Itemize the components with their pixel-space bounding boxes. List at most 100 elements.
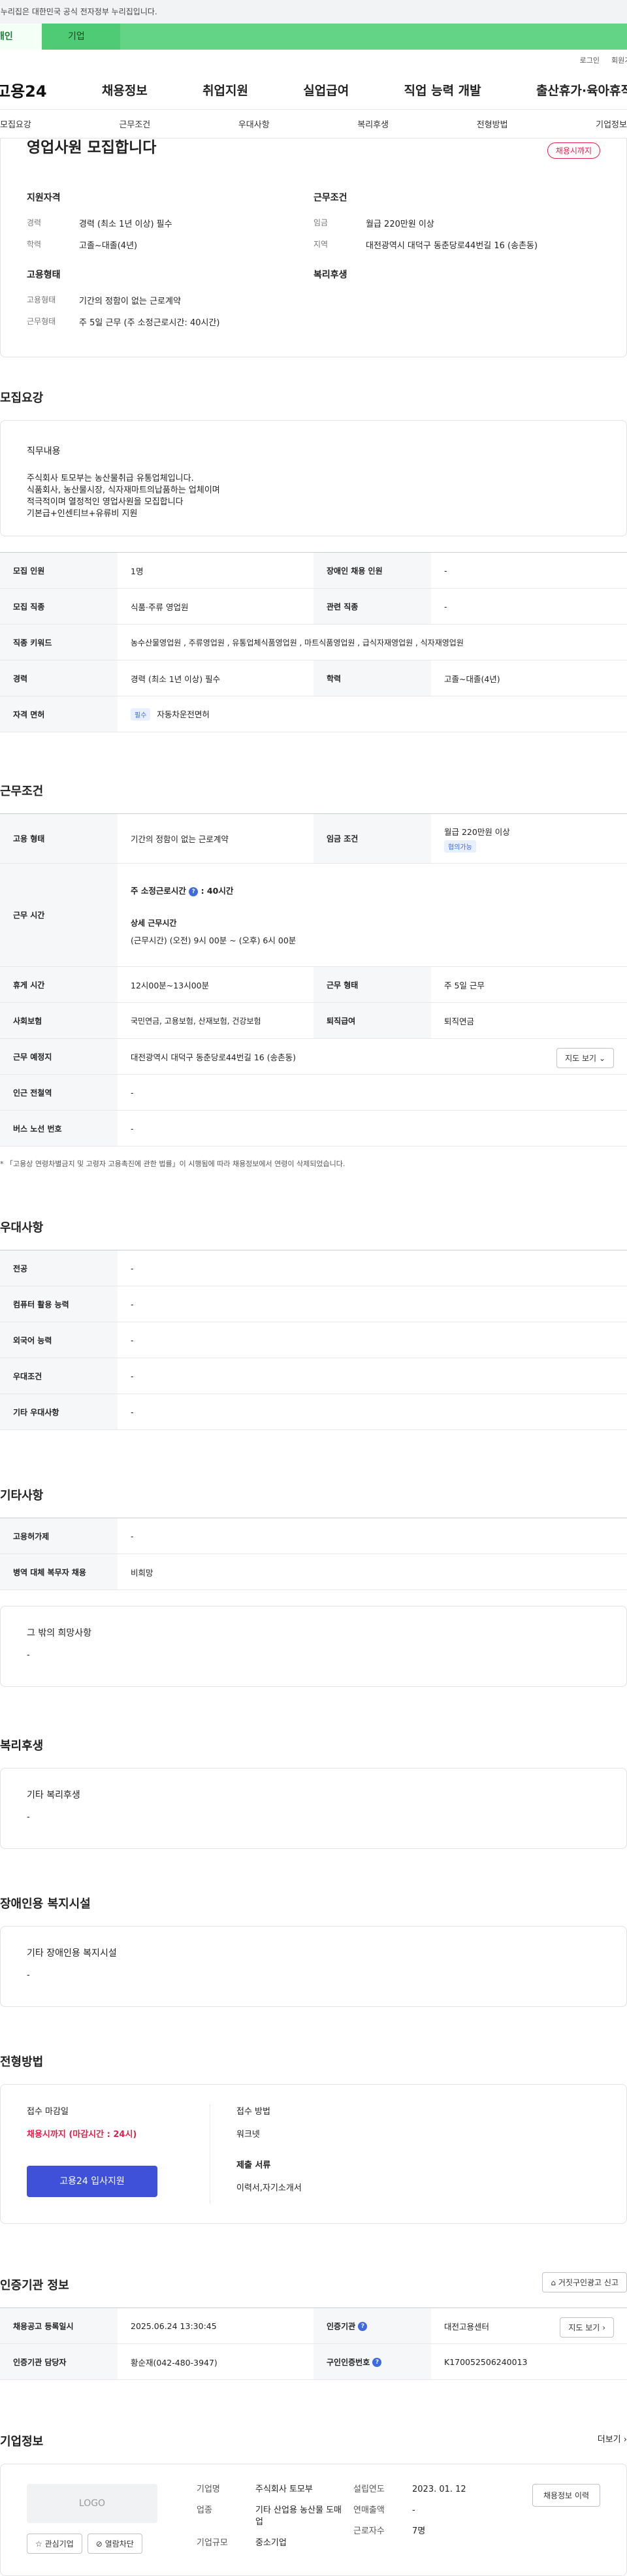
block-view-button[interactable]: ⊘ 열람차단 [87,2534,142,2554]
duty-line: 적극적이며 열정적인 영업사원을 모집합니다 [27,497,184,507]
cert-map-button[interactable]: 지도 보기 › [560,2317,614,2338]
cert-section: 인증기관 정보 ⌂ 거짓구인광고 신고 채용공고 등록일시 2025.06.24 … [0,2272,627,2380]
box-value: - [27,1812,30,1822]
box-value: - [27,1650,30,1660]
gov-banner: 이 누리집은 대한민국 공식 전자정부 누리집입니다. [0,0,627,24]
company-name: 주식회사 토모부 [255,2485,313,2494]
docs-label: 제출 서류 [236,2160,271,2170]
required-badge: 필수 [131,708,151,721]
disability-section: 장애인용 복지시설 기타 장애인용 복지시설 - [0,1895,627,2007]
box-title: 기타 장애인용 복지시설 [27,1948,117,1959]
table-row: 모집 인원 1명 장애인 채용 인원 - [0,552,627,589]
subnav-recruit[interactable]: 모집요강 [0,118,31,130]
box-title: 그 밖의 희망사항 [27,1628,92,1639]
recruit-table: 모집 인원 1명 장애인 채용 인원 - 모집 직종 식품·주류 영업원 관련 직종 -… [0,552,627,732]
signup-link[interactable]: 회원가입 [611,55,627,65]
subnav-work[interactable]: 근무조건 [119,118,150,130]
field-value: 주 5일 근무 (주 소정근로시간: 40시간) [79,318,220,328]
table-row: 사회보험 국민연금, 고용보험, 산재보험, 건강보험 퇴직급여 퇴직연금 [0,1002,627,1039]
age-note: * 「고용상 연령차별금지 및 고령자 고용촉진에 관한 법률」이 시행됨에 따… [0,1160,346,1168]
section-title: 전형방법 [0,2055,44,2069]
more-link[interactable]: 더보기 › [598,2432,627,2445]
company-employees: 7명 [412,2526,426,2536]
deadline-value: 채용시까지 (마감시간 : 24시) [27,2130,137,2140]
login-link[interactable]: 로그인 [580,55,600,65]
work-table: 고용 형태 기간의 정함이 없는 근로계약 임금 조건 월급 220만원 이상 협의… [0,813,627,1147]
table-row: 경력 경력 (최소 1년 이상) 필수 학력 고졸~대졸(4년) [0,660,627,696]
favorite-company-button[interactable]: ☆ 관심기업 [27,2534,82,2554]
table-row: 채용공고 등록일시 2025.06.24 13:30:45 인증기관 ? 대전고용… [0,2307,627,2344]
tab-personal[interactable]: 개인 [0,24,42,50]
field-label: 경력 [27,218,42,227]
field-label: 지역 [314,240,329,249]
help-icon[interactable]: ? [358,2322,368,2331]
section-title: 근무조건 [0,785,44,798]
help-icon[interactable]: ? [372,2358,382,2367]
duty-line: 주식회사 토모부는 농산물취급 유통업체입니다. [27,474,194,483]
work-section: 근무조건 고용 형태 기간의 정함이 없는 근로계약 임금 조건 월급 220만원… [0,782,627,1169]
workplace-value: 대전광역시 대덕구 동춘당로44번길 16 (송촌동) [131,1052,296,1062]
selection-box: 접수 마감일 채용시까지 (마감시간 : 24시) 고용24 입사지원 접수 방… [0,2084,627,2224]
negotiable-badge: 협의가능 [444,840,476,853]
etc-table: 고용허가제 - 병역 대체 복무자 채용 비희망 [0,1518,627,1590]
map-button[interactable]: 지도 보기 ⌄ [556,1048,614,1068]
gnb-item-unemployment-benefit[interactable]: 실업급여 [303,81,349,99]
detail-hours-value: (근무시간) (오전) 9시 00분 ~ (오후) 6시 00분 [131,936,297,945]
site-logo[interactable]: 고용24 [0,78,47,101]
gnb-item-maternity-leave[interactable]: 출산휴가·육아휴직 [536,81,627,99]
field-value: 기간의 정함이 없는 근로계약 [79,297,181,306]
welfare-section: 복리후생 기타 복리후생 - [0,1736,627,1849]
deadline-label: 접수 마감일 [27,2107,69,2117]
job-title: 영업사원 모집합니다 [27,139,157,156]
help-icon[interactable]: ? [189,887,199,896]
etc-section: 기타사항 고용허가제 - 병역 대체 복무자 채용 비희망 그 밖의 희망사항 - [0,1486,627,1687]
cert-table: 채용공고 등록일시 2025.06.24 13:30:45 인증기관 ? 대전고용… [0,2307,627,2380]
gnb-item-job-training[interactable]: 직업 능력 개발 [404,81,481,99]
company-logo: LOGO [27,2484,157,2523]
field-label: 고용형태 [27,295,56,304]
table-row: 고용허가제 - [0,1518,627,1554]
section-title: 장애인용 복지시설 [0,1897,91,1911]
table-row: 우대조건 - [0,1358,627,1394]
block-icon: ⊘ [95,2539,103,2549]
subnav-company[interactable]: 기업정보 [596,118,627,130]
field-value: 월급 220만원 이상 [366,220,434,229]
recruit-section: 모집요강 직무내용 주식회사 토모부는 농산물취급 유통업체입니다. 식품회사,… [0,389,627,732]
field-label: 근무형태 [27,317,56,326]
apply-button[interactable]: 고용24 입사지원 [27,2166,157,2197]
global-nav: 고용24 채용정보 취업지원 실업급여 직업 능력 개발 출산휴가·육아휴직 [0,71,627,110]
license-value: 자동차운전면허 [157,709,210,719]
section-title: 인증기관 정보 [0,2279,69,2292]
subnav-selection[interactable]: 전형방법 [477,118,508,130]
table-row: 인증기관 담당자 황순재(042-480-3947) 구인인증번호 ? K1700… [0,2343,627,2380]
job-history-button[interactable]: 채용정보 이력 [532,2484,600,2507]
disability-box: 기타 장애인용 복지시설 - [0,1926,627,2007]
tab-corporate[interactable]: 기업 [42,24,120,50]
box-value: - [27,1970,30,1980]
section-title: 기업정보 [0,2435,44,2449]
report-fake-ad-button[interactable]: ⌂ 거짓구인광고 신고 [542,2272,627,2292]
method-value: 워크넷 [236,2130,260,2140]
other-wishes-box: 그 밖의 희망사항 - [0,1606,627,1687]
company-box: LOGO ☆ 관심기업 ⊘ 열람차단 기업명 주식회사 토모부 업종 기타 산업용 … [0,2464,627,2576]
table-row: 모집 직종 식품·주류 영업원 관련 직종 - [0,588,627,625]
preference-section: 우대사항 전공 - 컴퓨터 활용 능력 - 외국어 능력 - 우대조건 - 기타 우대사… [0,1218,627,1430]
table-row: 기타 우대사항 - [0,1394,627,1430]
table-row: 버스 노선 번호 - [0,1110,627,1147]
table-row: 병역 대체 복무자 채용 비희망 [0,1554,627,1590]
gnb-item-jobs[interactable]: 채용정보 [102,81,148,99]
chevron-down-icon: ⌄ [598,1054,605,1063]
subnav-pref[interactable]: 우대사항 [238,118,270,130]
method-label: 접수 방법 [236,2107,270,2117]
table-row: 외국어 능력 - [0,1322,627,1358]
job-summary-card: 영업사원 모집합니다 채용시까지 지원자격 경력 경력 (최소 1년 이상) 필수… [0,139,627,357]
section-label: 근무조건 [314,193,347,203]
wage-value: 월급 220만원 이상 [444,826,510,837]
table-row: 전공 - [0,1250,627,1286]
box-title: 기타 복리후생 [27,1790,80,1801]
field-value: 대전광역시 대덕구 동춘당로44번길 16 (송촌동) [366,241,538,251]
subnav-welfare[interactable]: 복리후생 [357,118,389,130]
preference-table: 전공 - 컴퓨터 활용 능력 - 외국어 능력 - 우대조건 - 기타 우대사항 - [0,1250,627,1430]
table-row: 직종 키워드 농수산물영업원 , 주류영업원 , 유통업체식품영업원 , 마트식품… [0,624,627,660]
gnb-item-employment-support[interactable]: 취업지원 [202,81,248,99]
